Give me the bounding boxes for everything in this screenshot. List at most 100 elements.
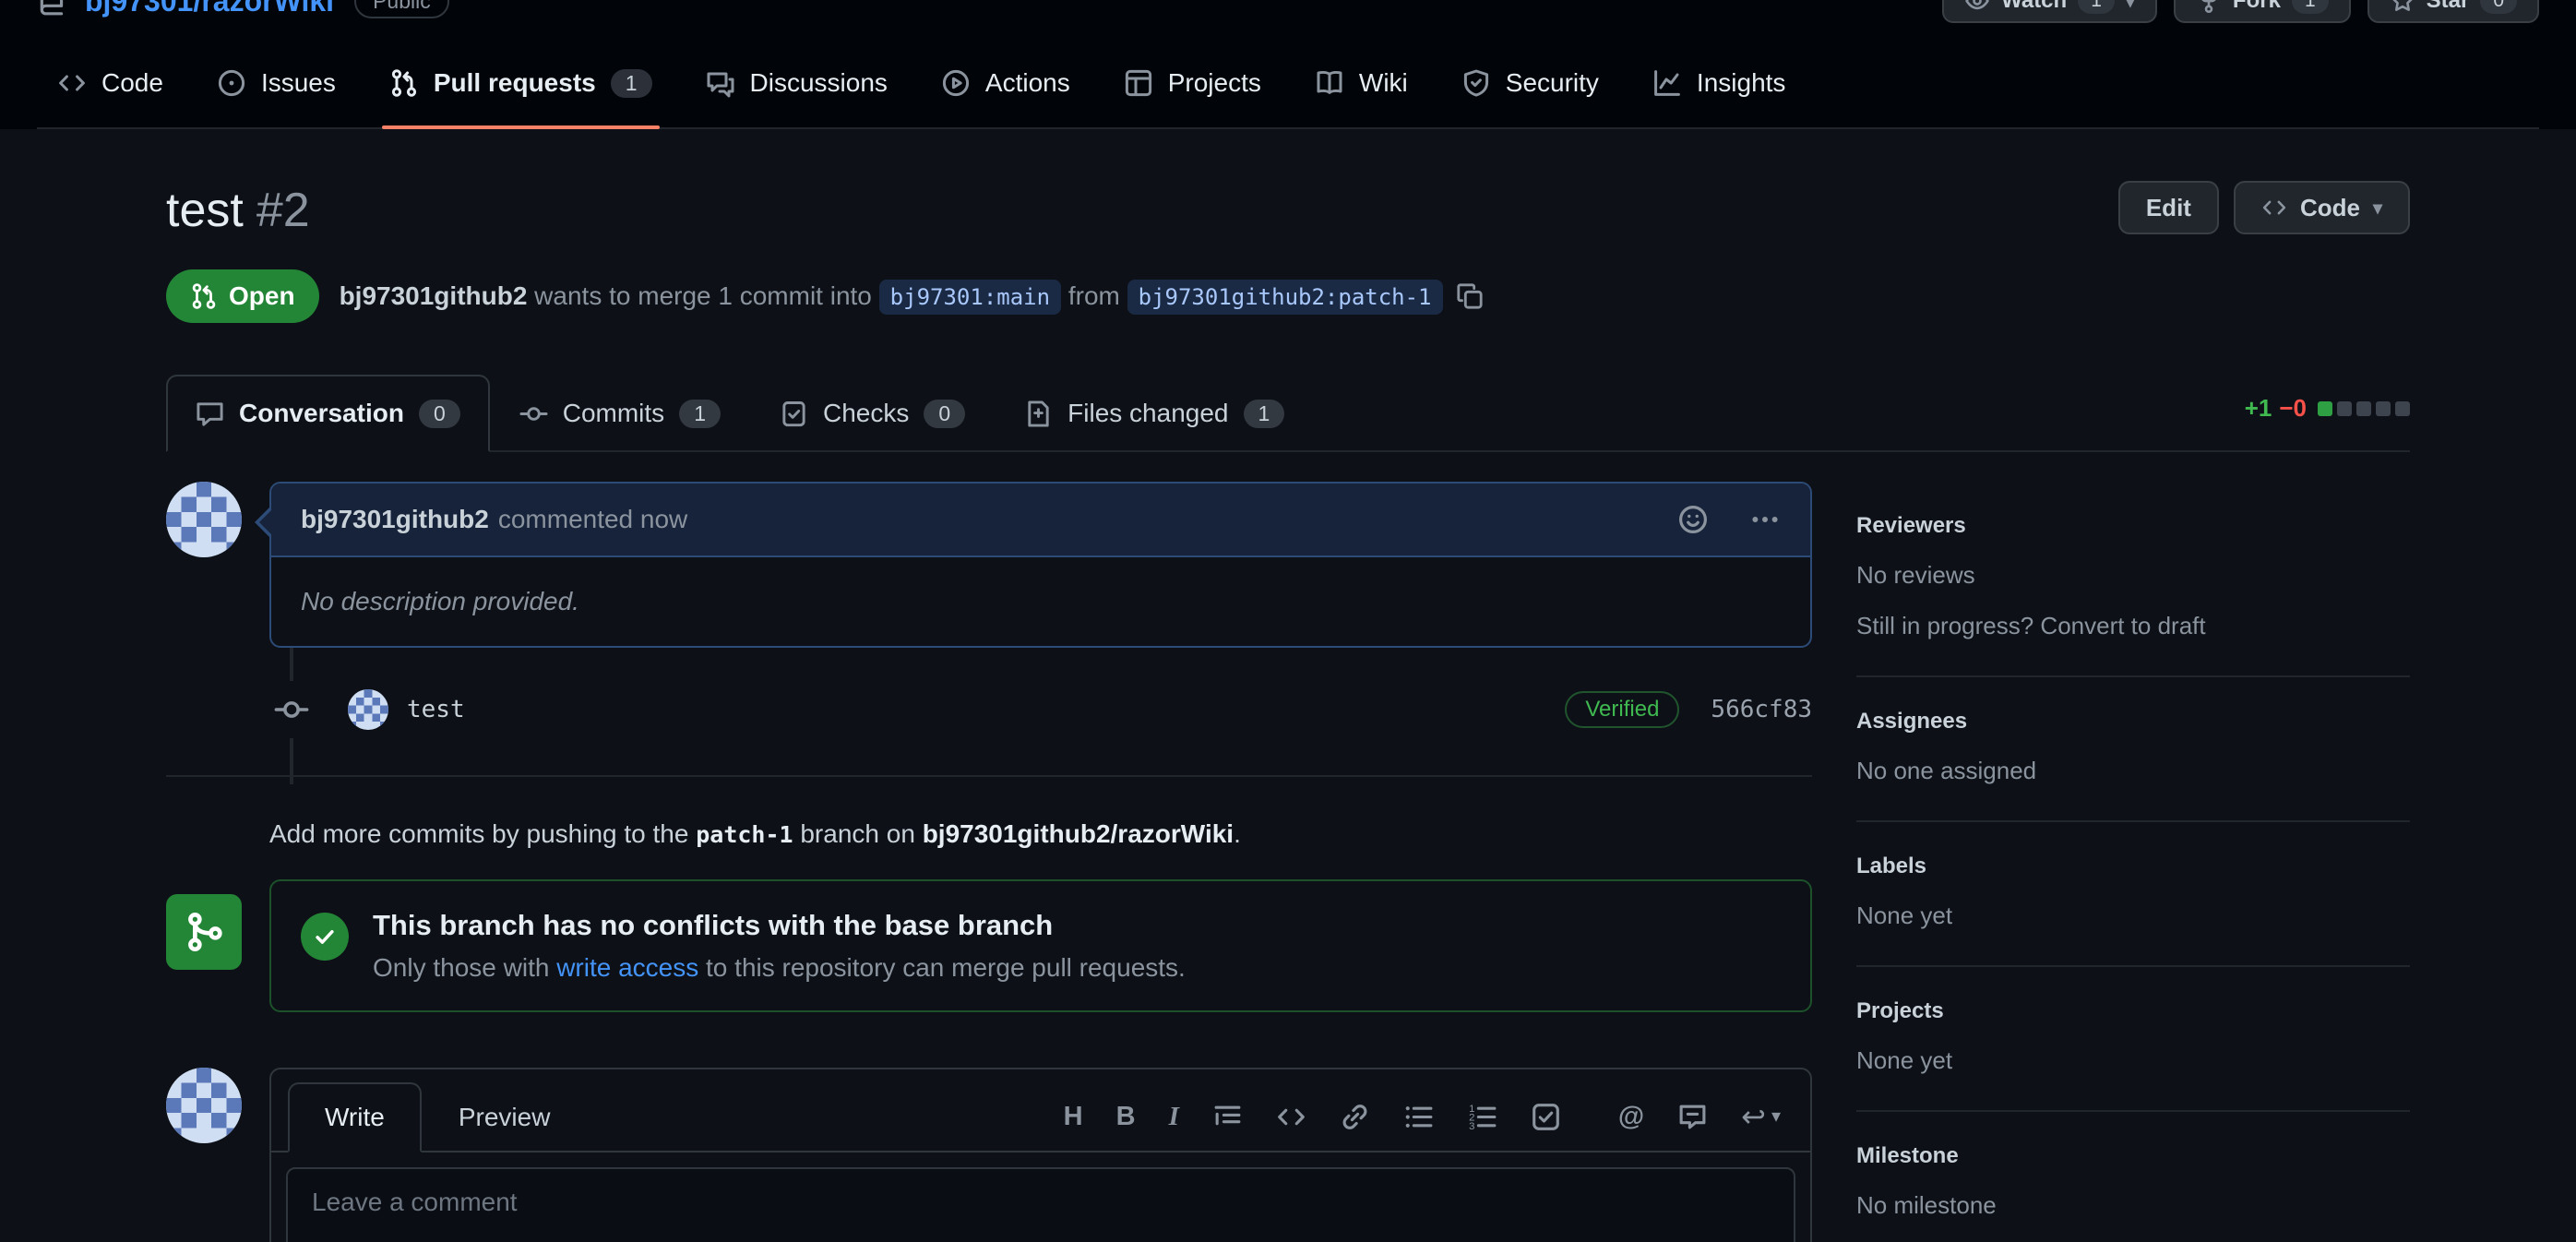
- nav-tab-security[interactable]: Security: [1441, 39, 1619, 127]
- comment-timestamp: commented now: [498, 505, 687, 534]
- code-dropdown-button[interactable]: Code ▾: [2234, 181, 2410, 234]
- convert-to-draft-text[interactable]: Still in progress? Convert to draft: [1856, 612, 2410, 640]
- diffstat-additions: +1: [2245, 394, 2272, 423]
- visibility-badge: Public: [354, 0, 449, 18]
- base-branch-chip[interactable]: bj97301:main: [879, 280, 1061, 315]
- ordered-list-icon[interactable]: 123: [1467, 1102, 1497, 1132]
- tab-files-changed[interactable]: Files changed 1: [995, 375, 1314, 452]
- reply-icon[interactable]: ↩▾: [1741, 1102, 1781, 1132]
- tab-preview[interactable]: Preview: [422, 1082, 588, 1152]
- nav-tab-label: Wiki: [1359, 68, 1408, 98]
- italic-icon[interactable]: I: [1169, 1102, 1179, 1132]
- diffstat-block: [2376, 401, 2391, 416]
- pr-state-label: Open: [229, 281, 295, 311]
- fork-button[interactable]: Fork 1: [2174, 0, 2351, 23]
- code-icon: [57, 68, 87, 98]
- sidebar-section-milestone[interactable]: Milestone No milestone: [1856, 1112, 2410, 1242]
- unordered-list-icon[interactable]: [1403, 1102, 1434, 1132]
- pr-state-badge: Open: [166, 269, 319, 323]
- repo-nav: Code Issues Pull requests 1 Discussions …: [37, 31, 2539, 129]
- sentence-mid: wants to merge 1 commit into: [527, 281, 878, 310]
- nav-tab-label: Issues: [261, 68, 336, 98]
- head-branch-chip[interactable]: bj97301github2:patch-1: [1127, 280, 1443, 315]
- fork-icon: [2196, 0, 2222, 14]
- push-note-text: .: [1234, 819, 1241, 848]
- tasklist-icon[interactable]: [1531, 1102, 1561, 1132]
- merge-status-box: This branch has no conflicts with the ba…: [269, 879, 1812, 1012]
- tab-write[interactable]: Write: [288, 1082, 422, 1152]
- quote-icon[interactable]: [1212, 1102, 1243, 1132]
- repo-strong: bj97301github2/razorWiki: [923, 819, 1234, 848]
- sidebar-section-value: No milestone: [1856, 1191, 2410, 1220]
- sidebar-section-title: Labels: [1856, 854, 2410, 879]
- comment-header: bj97301github2 commented now: [271, 484, 1810, 557]
- mention-icon[interactable]: @: [1618, 1102, 1644, 1132]
- chevron-down-icon: ▾: [2373, 197, 2382, 220]
- link-icon[interactable]: [1340, 1102, 1370, 1132]
- sidebar-section-reviewers[interactable]: Reviewers No reviews Still in progress? …: [1856, 482, 2410, 677]
- nav-tab-label: Pull requests: [434, 68, 596, 98]
- commit-sha-link[interactable]: 566cf83: [1711, 696, 1812, 723]
- copy-branch-button[interactable]: [1456, 282, 1484, 310]
- sidebar-section-value: None yet: [1856, 1046, 2410, 1075]
- tab-commits[interactable]: Commits 1: [490, 375, 750, 452]
- tab-conversation[interactable]: Conversation 0: [166, 375, 490, 452]
- git-commit-icon: [274, 681, 309, 738]
- nav-tab-projects[interactable]: Projects: [1103, 39, 1282, 127]
- edit-button[interactable]: Edit: [2118, 181, 2219, 234]
- github-pr-page: bj97301/razorWiki Public Watch 1 ▾ Fork …: [0, 0, 2576, 1242]
- nav-tab-pull-requests[interactable]: Pull requests 1: [369, 39, 673, 127]
- nav-tab-count: 1: [611, 69, 652, 98]
- nav-tab-issues[interactable]: Issues: [197, 39, 356, 127]
- sidebar-section-projects[interactable]: Projects None yet: [1856, 967, 2410, 1112]
- heading-icon[interactable]: H: [1064, 1102, 1083, 1132]
- cross-reference-icon[interactable]: [1677, 1102, 1708, 1132]
- git-merge-icon: [166, 894, 242, 970]
- sidebar-section-value: No reviews: [1856, 561, 2410, 590]
- kebab-menu-icon[interactable]: [1749, 504, 1781, 535]
- repo-name-link[interactable]: bj97301/razorWiki: [85, 0, 334, 18]
- comment-author[interactable]: bj97301github2: [301, 505, 489, 534]
- sidebar-section-title: Milestone: [1856, 1143, 2410, 1169]
- nav-tab-discussions[interactable]: Discussions: [686, 39, 908, 127]
- commit-row: test Verified 566cf83: [166, 681, 1812, 738]
- commit-author-avatar[interactable]: [348, 689, 388, 730]
- chevron-down-icon: ▾: [1771, 1102, 1781, 1132]
- tab-label: Conversation: [239, 399, 404, 428]
- avatar[interactable]: [166, 482, 242, 557]
- verified-badge[interactable]: Verified: [1565, 691, 1679, 728]
- pr-header: test#2 Edit Code ▾ Open bj97301github2 w…: [166, 129, 2410, 323]
- tab-checks[interactable]: Checks 0: [750, 375, 995, 452]
- chevron-down-icon: ▾: [2126, 0, 2135, 13]
- comment-body: No description provided.: [271, 557, 1810, 646]
- book-icon: [1315, 68, 1344, 98]
- nav-tab-wiki[interactable]: Wiki: [1294, 39, 1428, 127]
- git-pull-request-icon: [389, 68, 419, 98]
- merge-status-subtitle: Only those with write access to this rep…: [373, 953, 1186, 983]
- sidebar-section-assignees[interactable]: Assignees No one assigned: [1856, 677, 2410, 822]
- sidebar-section-title: Projects: [1856, 998, 2410, 1024]
- nav-tab-label: Discussions: [750, 68, 888, 98]
- nav-tab-code[interactable]: Code: [37, 39, 184, 127]
- code-icon[interactable]: [1276, 1102, 1306, 1132]
- nav-tab-actions[interactable]: Actions: [921, 39, 1091, 127]
- tab-count: 0: [924, 400, 965, 428]
- watch-count: 1: [2078, 0, 2115, 14]
- bold-icon[interactable]: B: [1116, 1102, 1136, 1132]
- comment-input[interactable]: [286, 1167, 1795, 1242]
- pr-timeline: bj97301github2 commented now No descript…: [166, 482, 1812, 1242]
- push-note: Add more commits by pushing to the patch…: [269, 818, 1812, 852]
- branch-code: patch-1: [696, 821, 793, 848]
- smiley-icon[interactable]: [1677, 504, 1709, 535]
- sidebar-section-title: Assignees: [1856, 709, 2410, 734]
- svg-text:3: 3: [1469, 1121, 1474, 1132]
- star-button[interactable]: Star 0: [2367, 0, 2539, 23]
- write-access-link[interactable]: write access: [556, 953, 698, 982]
- repo-title-row: bj97301/razorWiki Public Watch 1 ▾ Fork …: [37, 0, 2539, 31]
- commit-message-link[interactable]: test: [407, 696, 465, 723]
- watch-button[interactable]: Watch 1 ▾: [1942, 0, 2157, 23]
- sidebar-section-labels[interactable]: Labels None yet: [1856, 822, 2410, 967]
- pr-author[interactable]: bj97301github2: [340, 281, 528, 310]
- nav-tab-insights[interactable]: Insights: [1632, 39, 1807, 127]
- nav-tab-label: Security: [1506, 68, 1599, 98]
